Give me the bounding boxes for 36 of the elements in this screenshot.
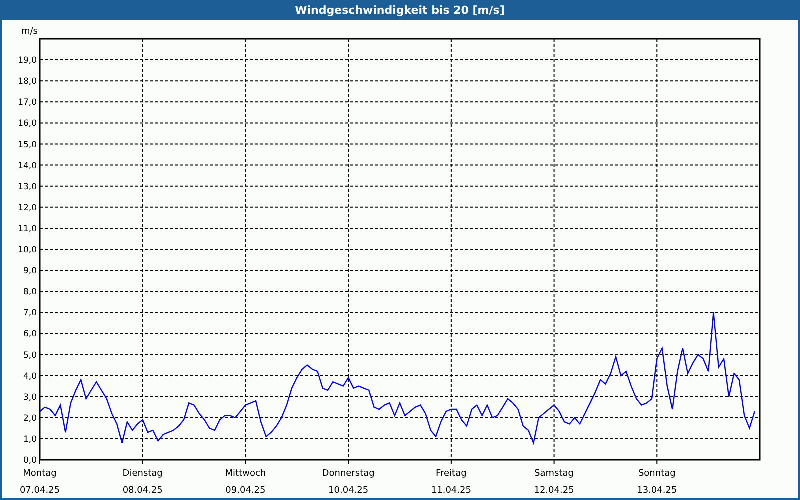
date-label: 12.04.25 [534, 486, 574, 496]
y-tick-label: 12,0 [18, 203, 37, 214]
y-tick-label: 14,0 [18, 161, 37, 172]
y-tick-label: 15,0 [18, 140, 37, 150]
weekday-label: Donnerstag [322, 469, 375, 479]
y-tick-label: 3,0 [23, 392, 37, 403]
weekday-label: Samstag [534, 469, 574, 479]
y-tick-label: 6,0 [23, 330, 37, 340]
y-tick-label: 5,0 [23, 350, 37, 361]
y-tick-label: 9,0 [23, 266, 37, 277]
y-tick-label: 17,0 [18, 98, 37, 108]
y-tick-label: 4,0 [23, 372, 37, 382]
weekday-label: Montag [23, 469, 57, 479]
y-tick-label: 10,0 [18, 246, 37, 256]
date-label: 10.04.25 [328, 486, 369, 496]
y-tick-label: 1,0 [23, 434, 37, 445]
date-label: 07.04.25 [20, 486, 60, 496]
date-label: 09.04.25 [226, 486, 266, 496]
y-tick-label: 13,0 [18, 182, 37, 192]
y-tick-label: 2,0 [23, 414, 37, 424]
date-label: 11.04.25 [431, 486, 472, 496]
y-tick-label: 0,0 [23, 456, 37, 466]
y-tick-label: 16,0 [18, 119, 37, 130]
date-label: 13.04.25 [637, 486, 678, 496]
y-tick-label: 11,0 [18, 224, 37, 234]
weekday-label: Mittwoch [225, 469, 266, 479]
chart-title-bar: Windgeschwindigkeit bis 20 [m/s] [2, 2, 798, 20]
weekday-label: Sonntag [638, 469, 676, 479]
y-tick-label: 19,0 [18, 56, 37, 66]
y-axis-unit: m/s [22, 27, 38, 37]
date-label: 08.04.25 [122, 486, 163, 496]
weekday-label: Freitag [436, 469, 467, 479]
weekday-label: Dienstag [122, 469, 163, 479]
y-tick-label: 7,0 [23, 308, 37, 319]
y-tick-label: 8,0 [23, 288, 37, 298]
y-tick-label: 18,0 [18, 77, 37, 88]
